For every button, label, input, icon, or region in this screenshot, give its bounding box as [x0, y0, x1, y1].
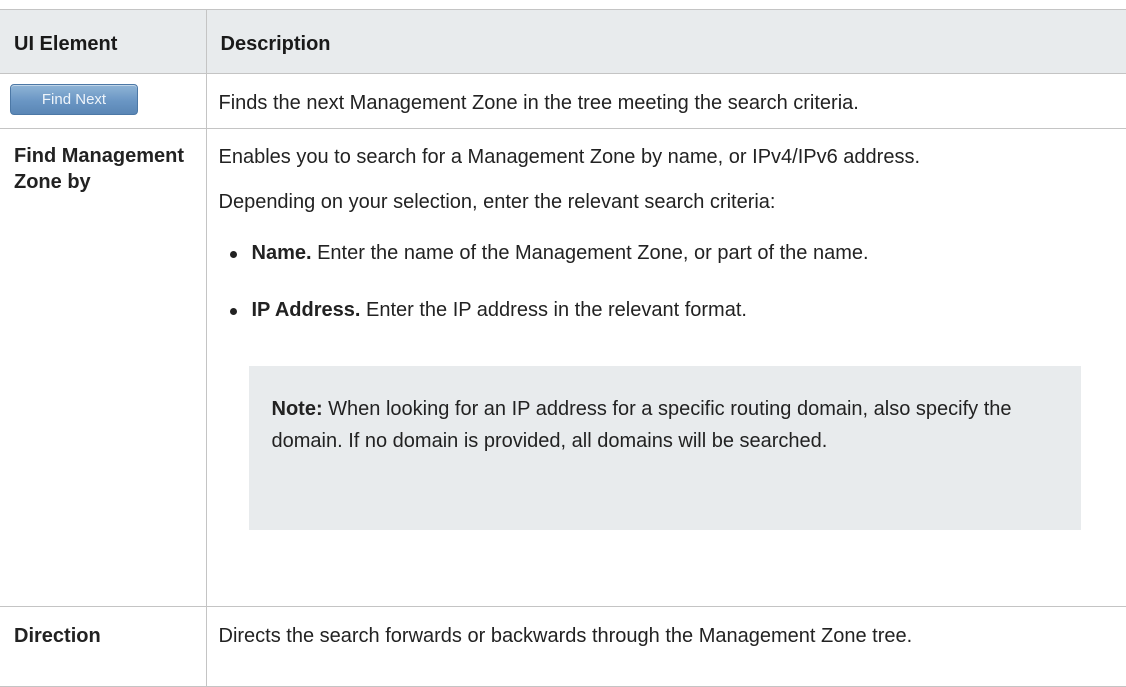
list-item: Name. Enter the name of the Management Z…: [219, 239, 1115, 267]
description-cell: Finds the next Management Zone in the tr…: [205, 73, 1126, 129]
note-label: Note:: [271, 398, 323, 420]
table-header-row: UI Element Description: [0, 9, 1126, 74]
table-row: Find Management Zone by Enables you to s…: [0, 128, 1126, 607]
description-text: Depending on your selection, enter the r…: [218, 191, 776, 213]
table-row: Direction Directs the search forwards or…: [0, 606, 1126, 687]
description-cell: Enables you to search for a Management Z…: [205, 128, 1126, 607]
find-next-button[interactable]: Find Next: [10, 84, 138, 115]
note-text: When looking for an IP address for a spe…: [271, 398, 1012, 452]
element-cell: Find Next: [0, 73, 207, 129]
list-item: IP Address. Enter the IP address in the …: [219, 296, 1115, 324]
element-cell: Find Management Zone by: [0, 128, 207, 607]
description-cell: Directs the search forwards or backwards…: [205, 606, 1126, 687]
description-text: Enables you to search for a Management Z…: [218, 146, 921, 168]
option-label: IP Address.: [251, 299, 361, 321]
bullet-icon: [229, 308, 237, 315]
header-description: Description: [205, 9, 1126, 74]
element-cell: Direction: [0, 606, 207, 687]
table-row: Find Next Finds the next Management Zone…: [0, 73, 1126, 129]
bullet-icon: [229, 251, 237, 258]
ui-elements-table: UI Element Description Find Next Finds t…: [0, 9, 1126, 687]
option-list: Name. Enter the name of the Management Z…: [219, 239, 1115, 324]
option-text: Enter the name of the Management Zone, o…: [317, 242, 869, 264]
header-ui-element: UI Element: [0, 9, 207, 74]
option-text: Enter the IP address in the relevant for…: [366, 299, 747, 321]
option-label: Name.: [251, 242, 312, 264]
note-box: Note: When looking for an IP address for…: [248, 366, 1081, 530]
